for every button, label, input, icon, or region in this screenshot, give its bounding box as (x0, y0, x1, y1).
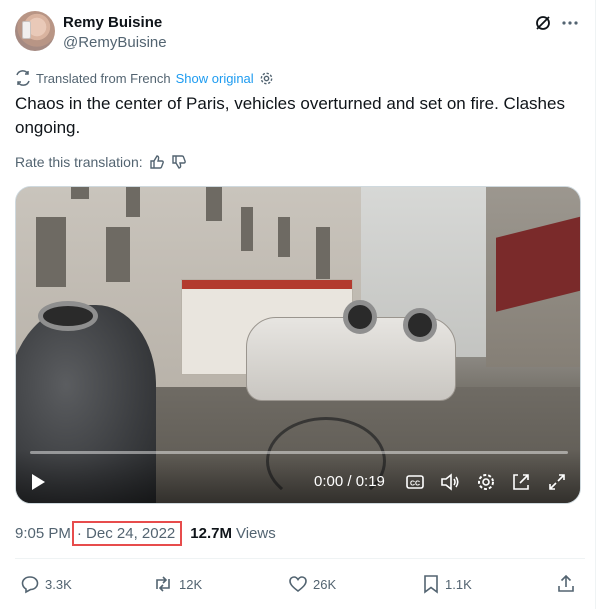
share-icon (556, 574, 576, 594)
like-count: 26K (313, 576, 337, 592)
views-label: Views (235, 524, 276, 542)
views-count[interactable]: 12.7M (190, 525, 232, 542)
rate-translation: Rate this translation: (15, 153, 187, 171)
bookmark-icon (422, 574, 440, 594)
volume-icon[interactable] (439, 471, 461, 493)
pip-icon[interactable] (510, 471, 532, 493)
reply-button[interactable]: 3.3K (20, 572, 72, 596)
reply-icon (20, 574, 40, 594)
grok-icon[interactable] (533, 13, 553, 33)
author-name[interactable]: Remy Buisine (63, 14, 162, 31)
tweet-date[interactable]: Dec 24, 2022 (86, 525, 175, 542)
translation-label: Translated from French (36, 70, 171, 86)
meta-separator: · (76, 524, 82, 542)
translation-settings-icon[interactable] (259, 71, 274, 86)
tweet-actions: 3.3K 12K 26K 1.1K (20, 572, 580, 596)
video-progress-bar[interactable] (30, 451, 568, 454)
right-border (595, 0, 596, 609)
repost-icon (152, 574, 174, 594)
video-time: 0:00 / 0:19 (314, 473, 385, 490)
tweet-text: Chaos in the center of Paris, vehicles o… (15, 94, 565, 137)
avatar[interactable] (15, 11, 55, 51)
bookmark-button[interactable]: 1.1K (422, 572, 472, 596)
tweet-meta: 9:05 PM · Dec 24, 2022 12.7M Views (15, 520, 276, 546)
svg-text:CC: CC (410, 481, 420, 488)
divider (15, 558, 585, 559)
translation-notice: Translated from French Show original (15, 69, 274, 87)
captions-icon[interactable]: CC (404, 471, 426, 493)
tweet-date-highlighted[interactable]: · Dec 24, 2022 (71, 520, 183, 546)
rate-label: Rate this translation: (15, 154, 143, 170)
like-button[interactable]: 26K (288, 572, 336, 596)
video-frame-overturned-car (246, 300, 456, 401)
share-button[interactable] (556, 572, 576, 596)
tweet-header: Remy Buisine @RemyBuisine (15, 11, 585, 55)
reply-count: 3.3K (45, 576, 72, 592)
heart-icon (288, 574, 308, 594)
thumbs-down-icon[interactable] (171, 154, 187, 170)
repost-button[interactable]: 12K (152, 572, 202, 596)
settings-gear-icon[interactable] (475, 471, 497, 493)
play-icon[interactable] (28, 471, 48, 493)
video-player[interactable]: 0:00 / 0:19 CC (15, 186, 581, 504)
more-icon[interactable] (560, 13, 580, 33)
tweet-time[interactable]: 9:05 PM (15, 525, 71, 542)
repost-count: 12K (179, 576, 203, 592)
bookmark-count: 1.1K (445, 576, 472, 592)
thumbs-up-icon[interactable] (149, 154, 165, 170)
fullscreen-icon[interactable] (546, 471, 568, 493)
show-original-link[interactable]: Show original (176, 71, 254, 86)
author-handle[interactable]: @RemyBuisine (63, 34, 167, 51)
translate-icon (15, 70, 31, 86)
